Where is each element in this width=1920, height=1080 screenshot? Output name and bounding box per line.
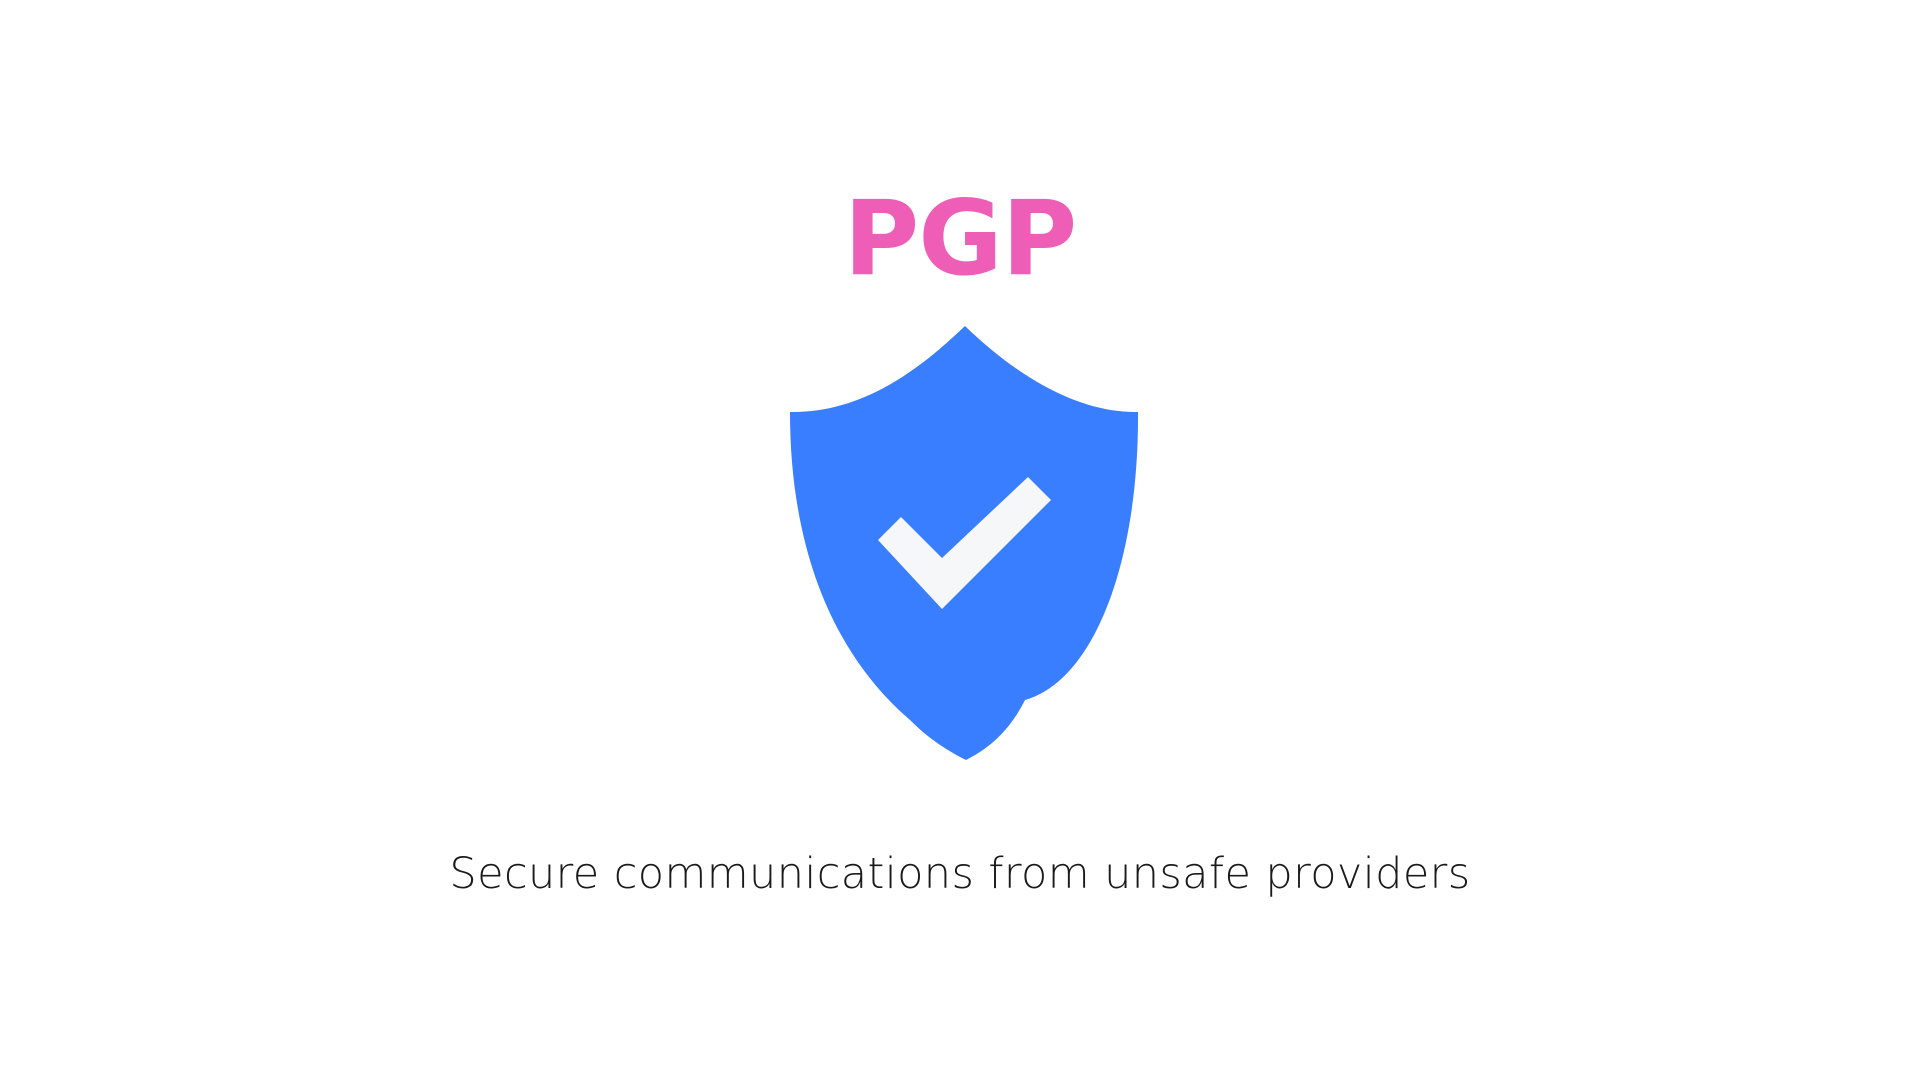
checkmark-icon bbox=[878, 477, 1051, 609]
shield-check-icon bbox=[790, 326, 1139, 760]
tagline-text: Secure communications from unsafe provid… bbox=[449, 849, 1471, 899]
shield-illustration bbox=[0, 0, 1920, 1080]
page-title: PGP bbox=[843, 179, 1078, 299]
shield-shape bbox=[790, 326, 1139, 760]
slide-canvas: PGP Secure communications from unsafe pr… bbox=[0, 0, 1920, 1080]
